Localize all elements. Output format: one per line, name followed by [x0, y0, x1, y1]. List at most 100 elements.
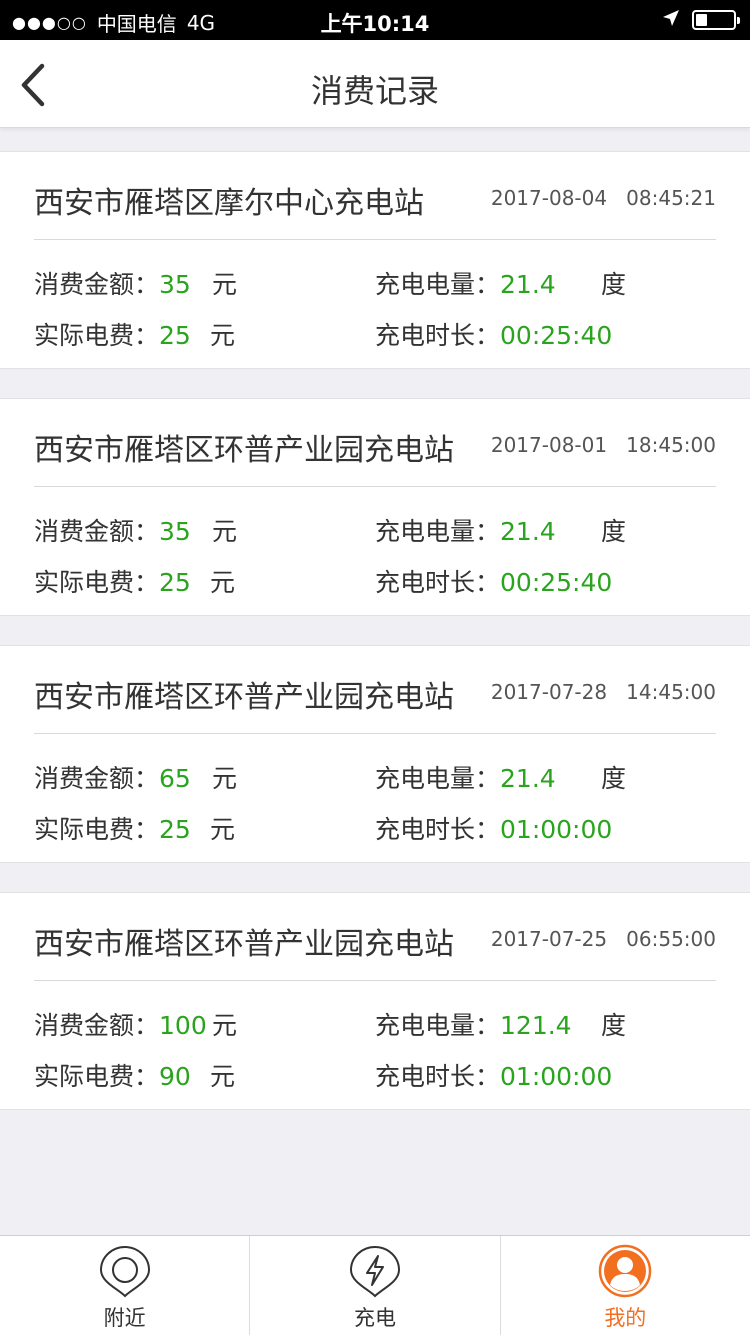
duration-field: 充电时长：00:25:40 — [375, 316, 612, 352]
record-date: 2017-08-04 — [490, 186, 608, 210]
actual-fee-label: 实际电费： — [34, 568, 160, 597]
tab-label: 我的 — [604, 1306, 647, 1330]
record-datetime: 2017-07-28 14:45:00 — [491, 680, 716, 704]
amount-value: 35 — [159, 517, 191, 546]
energy-field: 充电电量：21.4 — [375, 512, 556, 548]
tab-bar: 附近 充电 我的 — [0, 1235, 750, 1335]
amount-field: 消费金额：100 — [34, 1006, 207, 1042]
actual-fee-value: 90 — [159, 1062, 191, 1091]
actual-fee-label: 实际电费： — [34, 815, 160, 844]
status-bar: ●●●○○ 中国电信 4G 上午10:14 — [0, 0, 750, 40]
actual-fee-value: 25 — [159, 321, 191, 350]
amount-value: 35 — [159, 270, 191, 299]
energy-label: 充电电量： — [375, 764, 501, 793]
amount-value: 100 — [159, 1011, 207, 1040]
divider — [34, 733, 716, 734]
energy-unit: 度 — [601, 270, 627, 299]
record-date: 2017-07-28 — [490, 680, 608, 704]
divider — [34, 239, 716, 240]
page-title: 消费记录 — [310, 72, 439, 110]
record-time: 18:45:00 — [626, 433, 716, 457]
duration-value: 00:25:40 — [500, 568, 613, 597]
energy-label: 充电电量： — [375, 270, 501, 299]
duration-value: 01:00:00 — [500, 1062, 613, 1091]
lightning-icon — [349, 1245, 400, 1298]
duration-value: 01:00:00 — [500, 815, 613, 844]
energy-field: 充电电量：121.4 — [375, 1006, 572, 1042]
amount-label: 消费金额： — [34, 517, 160, 546]
duration-label: 充电时长： — [375, 568, 501, 597]
duration-label: 充电时长： — [375, 815, 501, 844]
actual-fee-value: 25 — [159, 568, 191, 597]
tab-nearby[interactable]: 附近 — [0, 1236, 249, 1335]
energy-unit: 度 — [601, 764, 627, 793]
amount-label: 消费金额： — [34, 764, 160, 793]
actual-fee-unit: 元 — [210, 1062, 236, 1091]
energy-unit: 度 — [601, 517, 627, 546]
record-datetime: 2017-08-01 18:45:00 — [491, 433, 716, 457]
energy-label: 充电电量： — [375, 1011, 501, 1040]
record-card[interactable]: 西安市雁塔区摩尔中心充电站 2017-08-04 08:45:21 消费金额：3… — [0, 151, 750, 369]
energy-value: 21.4 — [500, 764, 556, 793]
energy-value: 21.4 — [500, 517, 556, 546]
record-date: 2017-08-01 — [490, 433, 608, 457]
actual-fee-label: 实际电费： — [34, 1062, 160, 1091]
nav-bar: 消费记录 — [0, 40, 750, 128]
energy-unit: 度 — [601, 1011, 627, 1040]
record-card[interactable]: 西安市雁塔区环普产业园充电站 2017-07-25 06:55:00 消费金额：… — [0, 892, 750, 1110]
actual-fee-unit: 元 — [210, 815, 236, 844]
actual-fee-label: 实际电费： — [34, 321, 160, 350]
amount-label: 消费金额： — [34, 1011, 160, 1040]
duration-label: 充电时长： — [375, 1062, 501, 1091]
location-pin-icon — [99, 1245, 150, 1298]
tab-mine[interactable]: 我的 — [499, 1236, 750, 1335]
record-card[interactable]: 西安市雁塔区环普产业园充电站 2017-07-28 14:45:00 消费金额：… — [0, 645, 750, 863]
amount-field: 消费金额：65 — [34, 759, 191, 795]
energy-label: 充电电量： — [375, 517, 501, 546]
actual-fee-field: 实际电费：90 — [34, 1057, 191, 1093]
duration-field: 充电时长：01:00:00 — [375, 1057, 612, 1093]
amount-unit: 元 — [212, 270, 238, 299]
record-time: 14:45:00 — [626, 680, 716, 704]
amount-value: 65 — [159, 764, 191, 793]
duration-field: 充电时长：00:25:40 — [375, 563, 612, 599]
duration-value: 00:25:40 — [500, 321, 613, 350]
amount-unit: 元 — [212, 517, 238, 546]
record-datetime: 2017-07-25 06:55:00 — [491, 927, 716, 951]
tab-label: 附近 — [103, 1306, 146, 1330]
station-name: 西安市雁塔区环普产业园充电站 — [34, 680, 454, 715]
record-date: 2017-07-25 — [490, 927, 608, 951]
divider — [34, 980, 716, 981]
tab-charge[interactable]: 充电 — [249, 1236, 499, 1335]
actual-fee-unit: 元 — [210, 568, 236, 597]
actual-fee-field: 实际电费：25 — [34, 316, 191, 352]
duration-field: 充电时长：01:00:00 — [375, 810, 612, 846]
station-name: 西安市雁塔区环普产业园充电站 — [34, 433, 454, 468]
amount-unit: 元 — [212, 1011, 238, 1040]
divider — [34, 486, 716, 487]
user-profile-icon — [599, 1244, 652, 1298]
actual-fee-value: 25 — [159, 815, 191, 844]
amount-field: 消费金额：35 — [34, 512, 191, 548]
actual-fee-field: 实际电费：25 — [34, 563, 191, 599]
record-time: 08:45:21 — [626, 186, 716, 210]
station-name: 西安市雁塔区环普产业园充电站 — [34, 927, 454, 962]
actual-fee-field: 实际电费：25 — [34, 810, 191, 846]
status-time: 上午10:14 — [320, 12, 430, 36]
record-time: 06:55:00 — [626, 927, 716, 951]
energy-value: 21.4 — [500, 270, 556, 299]
actual-fee-unit: 元 — [210, 321, 236, 350]
record-datetime: 2017-08-04 08:45:21 — [491, 186, 716, 210]
battery-icon — [692, 10, 740, 30]
amount-label: 消费金额： — [34, 270, 160, 299]
amount-unit: 元 — [212, 764, 238, 793]
record-card[interactable]: 西安市雁塔区环普产业园充电站 2017-08-01 18:45:00 消费金额：… — [0, 398, 750, 616]
tab-label: 充电 — [353, 1306, 396, 1330]
energy-field: 充电电量：21.4 — [375, 265, 556, 301]
duration-label: 充电时长： — [375, 321, 501, 350]
location-arrow-icon — [662, 8, 680, 32]
energy-value: 121.4 — [500, 1011, 572, 1040]
energy-field: 充电电量：21.4 — [375, 759, 556, 795]
amount-field: 消费金额：35 — [34, 265, 191, 301]
station-name: 西安市雁塔区摩尔中心充电站 — [34, 186, 424, 221]
